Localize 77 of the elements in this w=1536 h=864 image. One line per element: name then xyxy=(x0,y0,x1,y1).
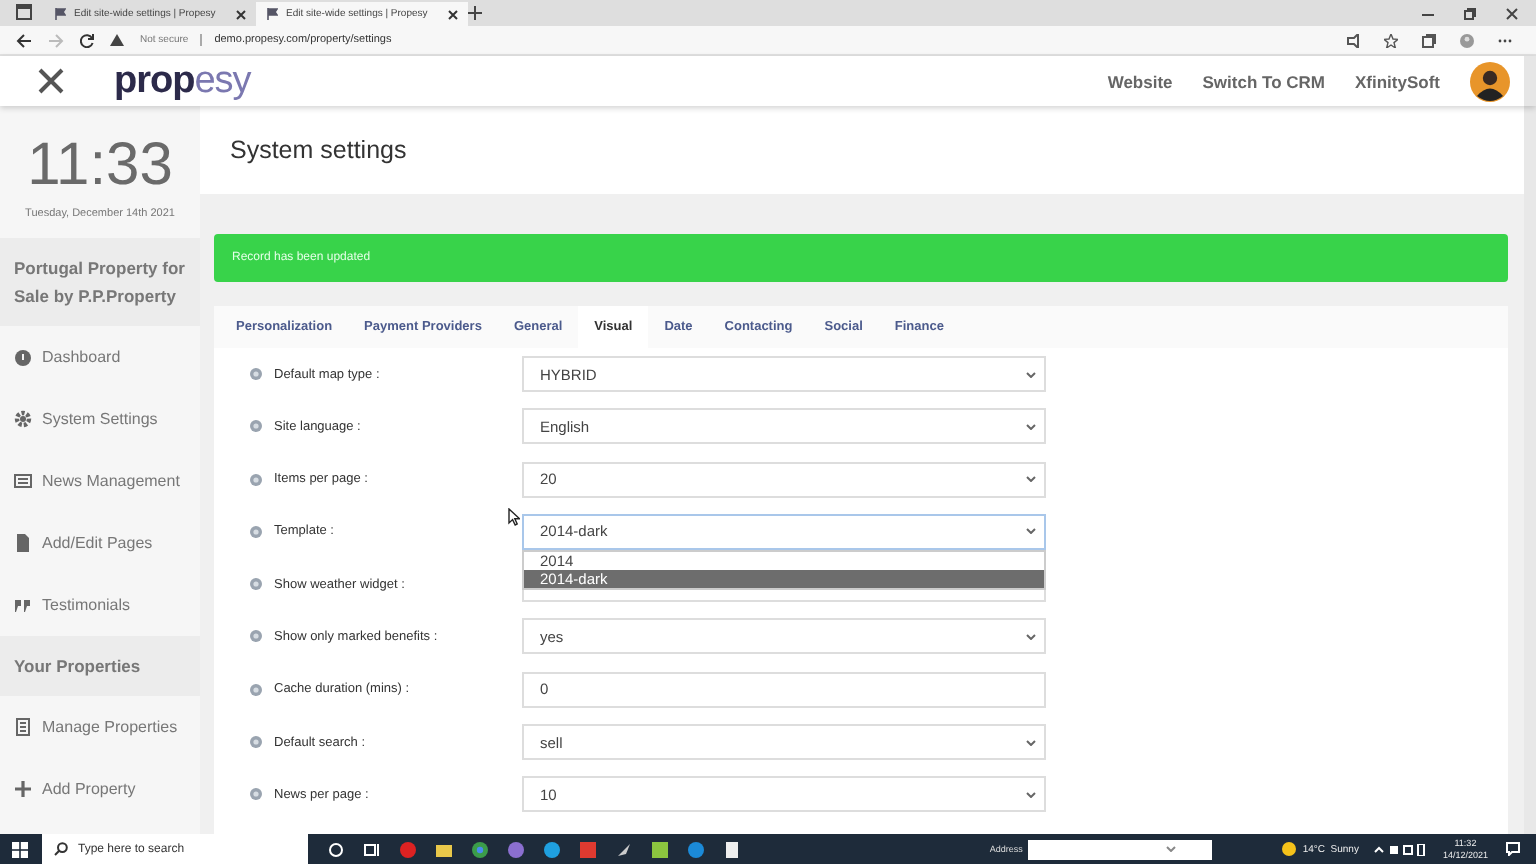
info-icon xyxy=(250,736,262,749)
caret-icon xyxy=(1026,476,1036,483)
app-icon[interactable] xyxy=(652,841,668,857)
close-icon[interactable] xyxy=(236,9,246,19)
caret-icon xyxy=(1026,423,1036,430)
sidebar-item[interactable]: News Management xyxy=(0,450,200,512)
quote-icon xyxy=(14,596,32,615)
sidebar-item[interactable]: Dashboard xyxy=(0,326,200,388)
gear-icon xyxy=(14,410,32,429)
dashboard-icon xyxy=(14,348,32,367)
sidebar-heading: Your Properties xyxy=(0,636,200,696)
info-icon xyxy=(250,525,262,538)
forward-icon xyxy=(48,33,64,47)
sidebar-item[interactable]: System Settings xyxy=(0,388,200,450)
sidebar-item[interactable]: Add Property xyxy=(0,758,200,820)
flag-icon xyxy=(54,8,66,20)
info-icon xyxy=(250,630,262,643)
logo[interactable]: propesy xyxy=(114,61,251,101)
info-icon xyxy=(250,420,262,433)
info-icon xyxy=(250,473,262,486)
app-icon[interactable] xyxy=(400,841,416,857)
circle-icon[interactable] xyxy=(328,841,344,857)
cursor-icon xyxy=(508,507,520,526)
back-icon[interactable] xyxy=(16,33,32,47)
star-icon[interactable] xyxy=(1384,33,1398,47)
sidebar-item[interactable]: Manage Properties xyxy=(0,696,200,758)
caret-icon xyxy=(1026,739,1036,746)
app-icon[interactable] xyxy=(580,841,596,857)
scrollbar[interactable] xyxy=(1524,106,1536,834)
page-title: System settings xyxy=(230,136,407,164)
notifications-icon[interactable] xyxy=(1506,842,1520,856)
info-icon xyxy=(250,578,262,591)
read-aloud-icon[interactable] xyxy=(1346,33,1360,47)
search-icon xyxy=(54,842,68,856)
caret-icon xyxy=(1166,846,1177,852)
avatar-icon[interactable] xyxy=(1470,61,1510,101)
tab-actions-icon[interactable] xyxy=(16,4,32,20)
close-icon[interactable] xyxy=(1506,8,1518,20)
flag-icon xyxy=(266,8,278,20)
sidebar-heading: Portugal Property for Sale by P.P.Property xyxy=(0,238,200,326)
refresh-icon[interactable] xyxy=(80,33,94,47)
info-icon xyxy=(250,368,262,380)
warning-icon xyxy=(110,34,124,46)
plus-icon xyxy=(14,780,32,799)
tray-icons-icon[interactable] xyxy=(1374,843,1427,855)
info-icon xyxy=(250,683,262,696)
info-icon xyxy=(250,788,262,801)
windows-icon[interactable] xyxy=(12,841,28,857)
minimize-icon[interactable] xyxy=(1422,8,1434,20)
scrollbar[interactable] xyxy=(1524,56,1536,106)
sidebar-item[interactable]: Testimonials xyxy=(0,574,200,636)
collections-icon[interactable] xyxy=(1422,33,1436,47)
chrome-icon[interactable] xyxy=(472,841,488,857)
user-name[interactable]: XfinitySoft xyxy=(1355,71,1440,91)
edge-icon[interactable] xyxy=(688,841,704,857)
nav-link[interactable]: Switch To CRM xyxy=(1202,71,1325,91)
sidebar-item[interactable]: Add/Edit Pages xyxy=(0,512,200,574)
task-view-icon[interactable] xyxy=(364,841,380,857)
skype-icon[interactable] xyxy=(544,841,560,857)
address-field[interactable] xyxy=(1028,839,1213,859)
profile-icon[interactable] xyxy=(1460,33,1474,47)
caret-icon xyxy=(1026,633,1036,640)
nav-link[interactable]: Website xyxy=(1107,71,1173,91)
close-icon[interactable] xyxy=(38,68,64,94)
app-icon[interactable] xyxy=(508,841,524,857)
new-tab-icon[interactable] xyxy=(468,6,482,20)
caret-icon xyxy=(1026,371,1036,377)
folder-icon[interactable] xyxy=(436,841,452,857)
restore-icon[interactable] xyxy=(1464,8,1476,20)
newspaper-icon xyxy=(14,472,32,491)
file-icon xyxy=(14,534,32,553)
sun-icon xyxy=(1282,842,1297,856)
document-icon[interactable] xyxy=(724,841,740,857)
close-icon[interactable] xyxy=(448,9,458,19)
caret-icon xyxy=(1026,791,1036,798)
caret-icon xyxy=(1026,528,1036,535)
clock: 11:33 xyxy=(25,134,175,198)
